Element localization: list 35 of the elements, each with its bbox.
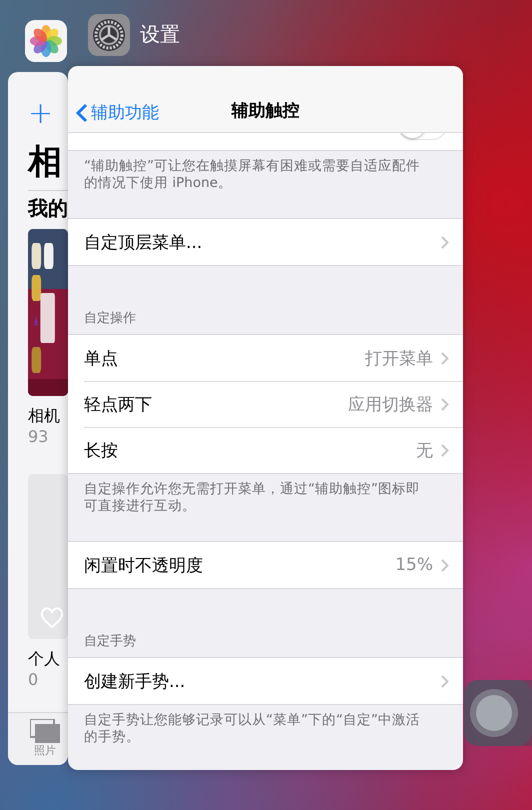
section-footer: “辅助触控”可让您在触摸屏幕有困难或需要自适应配件的情况下使用 iPhone。 (68, 151, 463, 218)
settings-row[interactable]: 创建新手势... (68, 658, 463, 704)
page-title: 相 (28, 142, 62, 182)
section-footer: 自定手势让您能够记录可以从“菜单”下的“自定”中激活的手势。 (68, 705, 463, 770)
chevron-icon (76, 102, 88, 122)
album-count: 93 (28, 426, 48, 448)
flower-icon[interactable] (25, 20, 67, 62)
album-count: 0 (28, 669, 38, 691)
section-title: 我的 (28, 195, 68, 221)
settings-row[interactable]: 自定顶层菜单... (68, 219, 463, 265)
add-button[interactable]: + (28, 100, 54, 128)
settings-row[interactable]: 单点 打开菜单 (68, 335, 463, 381)
settings-card[interactable]: 辅助功能 辅助触控 “辅助触控”可让您在触摸屏幕有困难或需要自适应配件的情况下使用 iPhone。 自定顶层菜单... 自定操作 单点 打开菜单 轻点两下 应用切换器 长按 无 自定操作允许您无需打开菜单，通过“辅助触控”图标即可直接进行互动。 闲置时不透明度 15% 自定手势 创建新手势... 自定手势让您能够记录可以从“菜单”下的“自定”中激活的手势。 (68, 66, 463, 770)
assistive-touch-icon[interactable] (464, 680, 532, 746)
gear-icon[interactable] (88, 14, 130, 56)
heart-icon (40, 607, 64, 629)
section-header: 自定手势 (83, 633, 137, 651)
nav-title: 辅助触控 (232, 100, 300, 123)
album-name[interactable]: 个人 (28, 649, 60, 669)
chevron-icon (441, 674, 449, 688)
section-header: 自定操作 (83, 310, 137, 328)
settings-row[interactable]: 轻点两下 应用切换器 (68, 381, 463, 427)
chevron-icon (441, 558, 449, 572)
chevron-icon (441, 398, 449, 410)
settings-row[interactable]: 长按 无 (68, 427, 463, 473)
settings-row[interactable]: 闲置时不透明度 15% (68, 542, 463, 588)
chevron-icon (441, 444, 449, 456)
chevron-icon (441, 236, 449, 248)
back-button[interactable]: 辅助功能 (76, 101, 159, 124)
app-card[interactable]: + 相 我的 相机 93 个人 0 照片 (8, 72, 68, 765)
app-label: 设置 (140, 21, 180, 48)
album-name[interactable]: 相机 (28, 406, 60, 426)
section-footer: 自定操作允许您无需打开菜单，通过“辅助触控”图标即可直接进行互动。 (68, 474, 463, 541)
chevron-icon (441, 352, 449, 364)
photos-stack-icon (30, 719, 60, 743)
